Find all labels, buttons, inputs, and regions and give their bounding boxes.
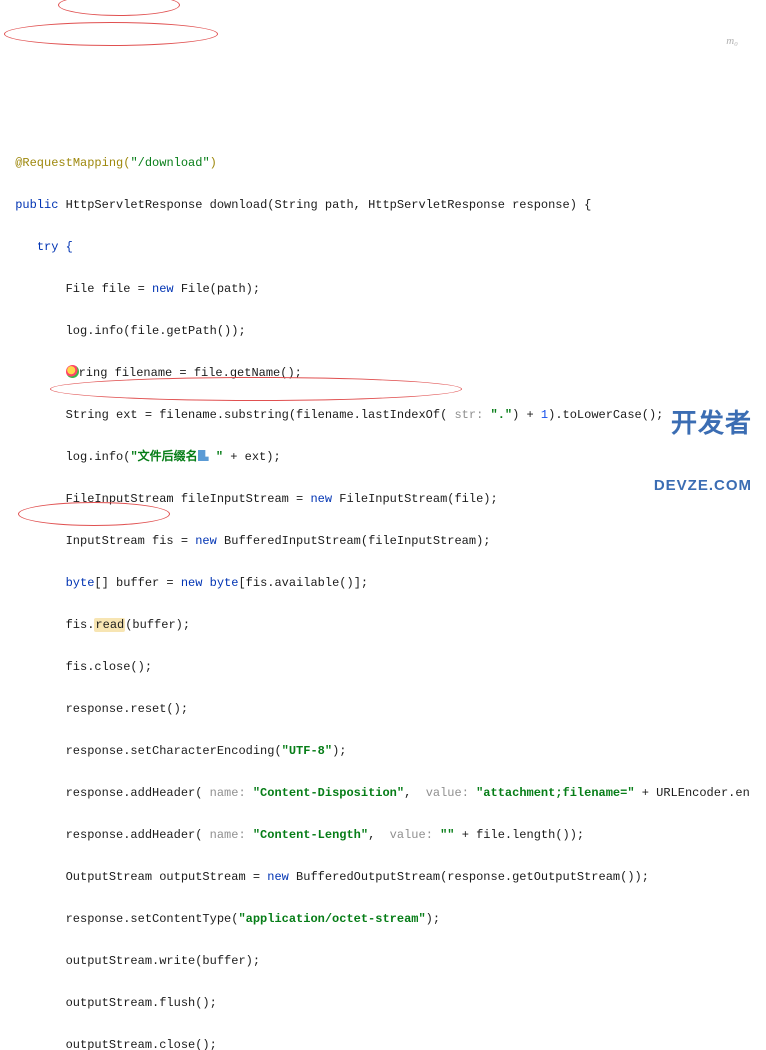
code-line: response.setContentType("application/oct… [8, 909, 758, 930]
code-line: byte[] buffer = new byte[fis.available()… [8, 573, 758, 594]
code-line: response.addHeader( name: "Content-Dispo… [8, 783, 758, 804]
code-line: ring filename = file.getName(); [8, 363, 758, 384]
annotation-oval [4, 22, 218, 46]
minimap-glyph: m₀ [726, 32, 738, 51]
code-line: String ext = filename.substring(filename… [8, 405, 758, 426]
code-line: public HttpServletResponse download(Stri… [8, 195, 758, 216]
code-line: FileInputStream fileInputStream = new Fi… [8, 489, 758, 510]
code-line: response.reset(); [8, 699, 758, 720]
code-line: outputStream.close(); [8, 1035, 758, 1050]
code-line: fis.close(); [8, 657, 758, 678]
inline-icon [198, 450, 209, 461]
annotation-oval [58, 0, 180, 16]
code-line: response.addHeader( name: "Content-Lengt… [8, 825, 758, 846]
code-line: outputStream.flush(); [8, 993, 758, 1014]
code-line: OutputStream outputStream = new Buffered… [8, 867, 758, 888]
code-line: outputStream.write(buffer); [8, 951, 758, 972]
code-line: log.info("文件后缀名 " + ext); [8, 447, 758, 468]
code-block: @RequestMapping("/download") public Http… [8, 132, 758, 1050]
gutter-icon [66, 365, 79, 378]
code-line: File file = new File(path); [8, 279, 758, 300]
code-line: fis.read(buffer); [8, 615, 758, 636]
code-line: try { [8, 237, 758, 258]
code-line: log.info(file.getPath()); [8, 321, 758, 342]
annotation: @RequestMapping("/download") [15, 156, 217, 170]
highlighted-method: read [94, 618, 125, 632]
code-line: @RequestMapping("/download") [8, 153, 758, 174]
code-line: response.setCharacterEncoding("UTF-8"); [8, 741, 758, 762]
code-line: InputStream fis = new BufferedInputStrea… [8, 531, 758, 552]
